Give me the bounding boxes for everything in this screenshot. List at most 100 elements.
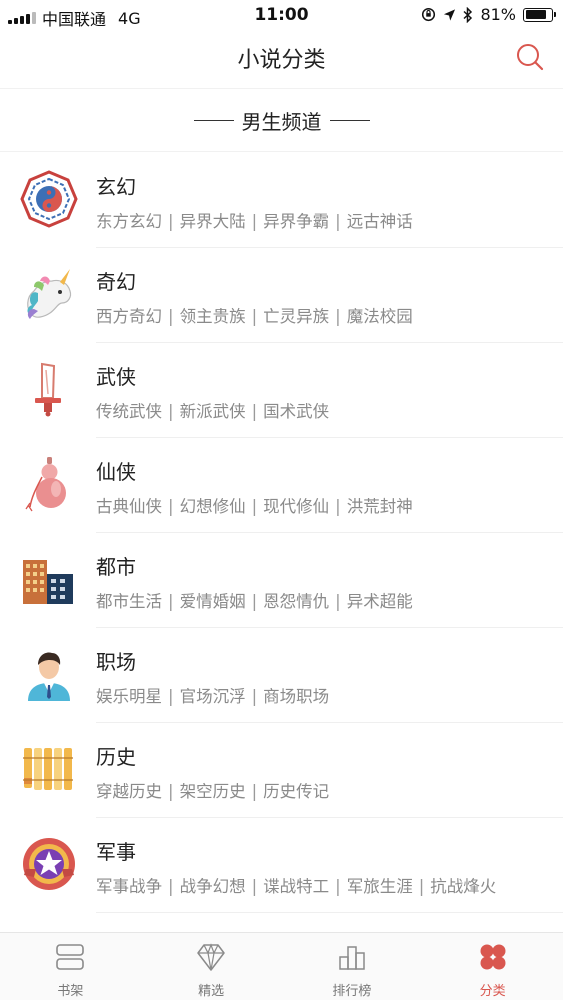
subcategory[interactable]: 洪荒封神	[347, 497, 413, 516]
separator: |	[168, 307, 174, 326]
category-subcategories: 军事战争 | 战争幻想 | 谍战特工 | 军旅生涯 | 抗战烽火	[96, 873, 496, 897]
tab-label: 排行榜	[332, 984, 372, 999]
tab-label: 精选	[198, 984, 225, 999]
bamboo-scroll-icon	[23, 748, 73, 790]
separator: |	[251, 877, 258, 896]
tab-label: 书架	[57, 984, 84, 999]
ranking-icon	[339, 946, 365, 970]
subcategory[interactable]: 恩怨情仇	[263, 592, 329, 611]
search-icon[interactable]	[515, 42, 545, 72]
subcategory[interactable]: 都市生活	[96, 592, 162, 611]
subcategory[interactable]: 军事战争	[96, 877, 162, 896]
separator: |	[251, 782, 258, 801]
subcategory[interactable]: 远古神话	[347, 212, 413, 231]
tab-ranking[interactable]: 排行榜	[282, 933, 423, 1000]
category-name: 玄幻	[96, 175, 136, 199]
category-subcategories: 娱乐明星 | 官场沉浮 | 商场职场	[96, 683, 329, 707]
separator: |	[168, 687, 174, 706]
separator: |	[251, 212, 258, 231]
category-item-zhichang[interactable]: 职场 娱乐明星 | 官场沉浮 | 商场职场	[0, 628, 563, 723]
tab-featured[interactable]: 精选	[141, 933, 282, 1000]
subcategory[interactable]: 魔法校园	[347, 307, 413, 326]
category-subcategories: 都市生活 | 爱情婚姻 | 恩怨情仇 | 异术超能	[96, 588, 413, 612]
category-item-xuanhuan[interactable]: 玄幻 东方玄幻 | 异界大陆 | 异界争霸 | 远古神话	[0, 153, 563, 248]
bookshelf-icon	[56, 944, 85, 970]
separator: |	[335, 877, 341, 896]
tab-bar: 书架 精选 排行榜 分类	[0, 932, 563, 1000]
subcategory[interactable]: 架空历史	[180, 782, 246, 801]
subcategory[interactable]: 官场沉浮	[180, 687, 246, 706]
buildings-icon	[23, 560, 73, 604]
separator: |	[251, 592, 258, 611]
subcategory[interactable]: 古典仙侠	[96, 497, 162, 516]
subcategory[interactable]: 异界大陆	[180, 212, 246, 231]
category-item-wuxia[interactable]: 武侠 传统武侠 | 新派武侠 | 国术武侠	[0, 343, 563, 438]
separator: |	[168, 592, 174, 611]
businessman-icon	[28, 652, 70, 701]
category-name: 职场	[96, 650, 136, 674]
category-item-qihuan[interactable]: 奇幻 西方奇幻 | 领主贵族 | 亡灵异族 | 魔法校园	[0, 248, 563, 343]
category-name: 都市	[96, 555, 136, 579]
separator: |	[168, 212, 174, 231]
subcategory[interactable]: 异术超能	[347, 592, 413, 611]
category-name: 奇幻	[96, 270, 136, 294]
category-list: 玄幻 东方玄幻 | 异界大陆 | 异界争霸 | 远古神话 奇幻 西方奇幻 | 领主贵族 | 亡灵异族…	[0, 153, 563, 913]
subcategory[interactable]: 异界争霸	[263, 212, 329, 231]
subcategory[interactable]: 国术武侠	[263, 402, 329, 421]
category-name: 军事	[96, 840, 136, 864]
category-item-xianxia[interactable]: 仙侠 古典仙侠 | 幻想修仙 | 现代修仙 | 洪荒封神	[0, 438, 563, 533]
section-header: 男生频道	[0, 88, 563, 152]
subcategory[interactable]: 亡灵异族	[263, 307, 329, 326]
battery-percent: 81%	[480, 5, 516, 24]
subcategory[interactable]: 新派武侠	[180, 402, 246, 421]
subcategory[interactable]: 娱乐明星	[96, 687, 162, 706]
battery-icon	[523, 7, 556, 22]
separator: |	[418, 877, 425, 896]
tab-label: 分类	[479, 984, 506, 999]
subcategory[interactable]: 西方奇幻	[96, 307, 162, 326]
category-subcategories: 西方奇幻 | 领主贵族 | 亡灵异族 | 魔法校园	[96, 303, 413, 327]
location-icon	[444, 8, 456, 21]
subcategory[interactable]: 幻想修仙	[180, 497, 246, 516]
subcategory[interactable]: 东方玄幻	[96, 212, 162, 231]
separator: |	[168, 402, 174, 421]
category-name: 历史	[96, 745, 136, 769]
section-line-left	[193, 119, 234, 121]
subcategory[interactable]: 商场职场	[263, 687, 329, 706]
orientation-lock-icon	[422, 7, 436, 22]
category-item-dushi[interactable]: 都市 都市生活 | 爱情婚姻 | 恩怨情仇 | 异术超能	[0, 533, 563, 628]
status-right: 81%	[421, 5, 556, 24]
diamond-icon	[197, 943, 225, 971]
tab-category[interactable]: 分类	[422, 933, 563, 1000]
subcategory[interactable]: 领主贵族	[180, 307, 246, 326]
category-item-junshi[interactable]: 军事 军事战争 | 战争幻想 | 谍战特工 | 军旅生涯 | 抗战烽火	[0, 818, 563, 913]
separator: |	[335, 212, 341, 231]
subcategory[interactable]: 历史传记	[263, 782, 329, 801]
subcategory[interactable]: 战争幻想	[180, 877, 246, 896]
separator: |	[251, 402, 258, 421]
sword-icon	[35, 362, 61, 417]
section-line-right	[329, 119, 370, 121]
category-name: 武侠	[96, 365, 136, 389]
subcategory[interactable]: 爱情婚姻	[180, 592, 246, 611]
tab-bookshelf[interactable]: 书架	[0, 933, 141, 1000]
nav-bar: 小说分类	[0, 30, 563, 85]
subcategory[interactable]: 抗战烽火	[430, 877, 496, 896]
subcategory[interactable]: 现代修仙	[263, 497, 329, 516]
separator: |	[168, 877, 174, 896]
category-subcategories: 穿越历史 | 架空历史 | 历史传记	[96, 778, 329, 802]
gourd-icon	[25, 457, 66, 512]
category-item-lishi[interactable]: 历史 穿越历史 | 架空历史 | 历史传记	[0, 723, 563, 818]
subcategory[interactable]: 军旅生涯	[347, 877, 413, 896]
unicorn-icon	[27, 269, 72, 319]
subcategory[interactable]: 穿越历史	[96, 782, 162, 801]
subcategory[interactable]: 谍战特工	[263, 877, 329, 896]
separator: |	[251, 497, 258, 516]
page-title: 小说分类	[237, 48, 326, 73]
category-icon	[480, 944, 506, 970]
yin-yang-icon	[20, 170, 78, 228]
bluetooth-icon	[463, 6, 473, 23]
subcategory[interactable]: 传统武侠	[96, 402, 162, 421]
category-subcategories: 传统武侠 | 新派武侠 | 国术武侠	[96, 398, 329, 422]
separator: |	[168, 497, 174, 516]
